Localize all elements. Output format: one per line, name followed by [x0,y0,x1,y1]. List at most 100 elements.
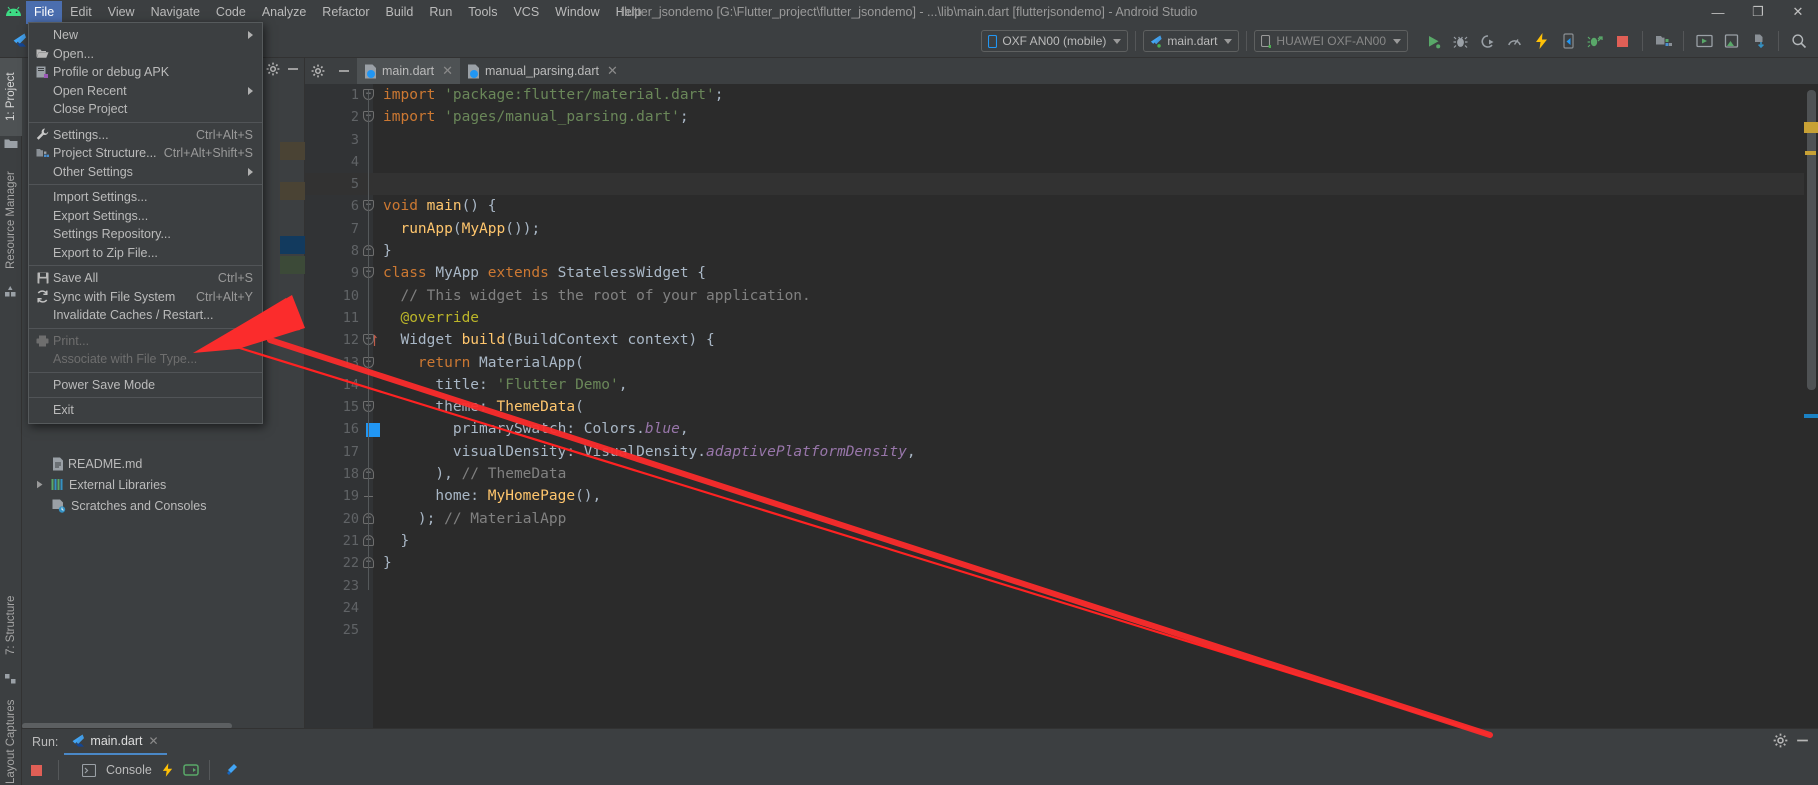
code-line[interactable]: 6−void main() { [305,195,1818,217]
menu-analyze[interactable]: Analyze [254,1,314,24]
file-menu-item-import-settings[interactable]: Import Settings... [29,188,262,207]
code-line[interactable]: 2−import 'pages/manual_parsing.dart'; [305,106,1818,128]
gear-icon[interactable] [266,62,280,76]
menu-tools[interactable]: Tools [460,1,505,24]
menu-build[interactable]: Build [378,1,422,24]
run-button[interactable] [1420,28,1446,54]
search-everywhere-button[interactable] [1786,28,1812,54]
code-line[interactable]: 8−} [305,240,1818,262]
hot-reload-icon[interactable] [162,763,173,777]
menu-run[interactable]: Run [421,1,460,24]
minimize-editor-icon[interactable] [337,64,351,78]
code-line[interactable]: 17 visualDensity: VisualDensity.adaptive… [305,441,1818,463]
console-tab-label[interactable]: Console [106,763,152,777]
editor-tab-main-dart[interactable]: main.dart ✕ [357,58,461,84]
menu-help[interactable]: Help [608,1,650,24]
target-device-selector[interactable]: HUAWEI OXF-AN00 [1254,30,1408,52]
code-line[interactable]: 20− ); // MaterialApp [305,508,1818,530]
maximize-button[interactable]: ❐ [1738,0,1778,24]
file-menu-item-exit[interactable]: Exit [29,401,262,420]
device-selector[interactable]: OXF AN00 (mobile) [981,30,1129,52]
file-menu-item-profile-or-debug-apk[interactable]: Profile or debug APK [29,63,262,82]
code-line[interactable]: 23 [305,575,1818,597]
code-line[interactable]: 19 home: MyHomePage(), [305,485,1818,507]
file-menu-item-export-to-zip-file[interactable]: Export to Zip File... [29,244,262,263]
code-line[interactable]: 11 @override [305,307,1818,329]
stop-process-icon[interactable] [30,764,48,777]
code-line[interactable]: 4 [305,151,1818,173]
file-menu-item-save-all[interactable]: Save All Ctrl+S [29,269,262,288]
file-menu-dropdown[interactable]: New Open... Profile or debug APK Open Recen… [28,22,263,424]
sdk-manager-button[interactable] [1691,28,1717,54]
hot-restart-icon[interactable] [183,763,199,777]
run-with-coverage-button[interactable] [1474,28,1500,54]
code-line[interactable]: 15− theme: ThemeData( [305,396,1818,418]
debug-button[interactable] [1447,28,1473,54]
profile-button[interactable] [1501,28,1527,54]
code-line[interactable]: 16 primarySwatch: Colors.blue, [305,418,1818,440]
file-menu-item-power-save-mode[interactable]: Power Save Mode [29,376,262,395]
code-line[interactable]: 18− ), // ThemeData [305,463,1818,485]
avd-manager-button[interactable] [1650,28,1676,54]
editor-scrollbar-track[interactable] [1804,84,1818,728]
sidebar-item-resource-manager[interactable]: Resource Manager [0,158,22,283]
code-line[interactable]: 7 runApp(MyApp()); [305,218,1818,240]
file-menu-item-settings-repository[interactable]: Settings Repository... [29,225,262,244]
stop-button[interactable] [1609,28,1635,54]
file-menu-item-other-settings[interactable]: Other Settings [29,163,262,182]
tree-expand-arrow-icon[interactable] [36,480,44,489]
menu-refactor[interactable]: Refactor [314,1,377,24]
code-line[interactable]: 10 // This widget is the root of your ap… [305,285,1818,307]
open-devtools-button[interactable] [1582,28,1608,54]
gear-icon[interactable] [1773,733,1788,748]
file-menu-item-settings[interactable]: Settings... Ctrl+Alt+S [29,126,262,145]
flutter-inspector-icon[interactable] [225,763,239,777]
code-line[interactable]: 9−class MyApp extends StatelessWidget { [305,262,1818,284]
file-menu-item-export-settings[interactable]: Export Settings... [29,207,262,226]
code-line[interactable]: 13− return MaterialApp( [305,352,1818,374]
menu-bar[interactable]: File Edit View Navigate Code Analyze Refactor B… [26,0,649,24]
code-line[interactable]: 22−} [305,552,1818,574]
tree-item-external-libraries[interactable]: External Libraries [22,474,305,495]
code-line[interactable]: 14 title: 'Flutter Demo', [305,374,1818,396]
menu-vcs[interactable]: VCS [505,1,547,24]
editor-scrollbar-thumb[interactable] [1807,90,1816,390]
file-menu-item-open-recent[interactable]: Open Recent [29,82,262,101]
console-view-icon[interactable] [82,763,96,777]
file-menu-item-new[interactable]: New [29,26,262,45]
layout-inspector-button[interactable] [1718,28,1744,54]
sync-gradle-button[interactable] [1745,28,1771,54]
code-line[interactable]: 25 [305,619,1818,641]
menu-edit[interactable]: Edit [62,1,100,24]
code-line[interactable]: 3 [305,129,1818,151]
code-line[interactable]: 5 [305,173,1818,196]
file-menu-item-open[interactable]: Open... [29,45,262,64]
sidebar-item-layout-captures[interactable]: Layout Captures [0,683,22,785]
minimize-panel-icon[interactable] [1795,733,1810,748]
code-line[interactable]: 12− Widget build(BuildContext context) { [305,329,1818,351]
sidebar-item-structure[interactable]: 7: Structure [0,578,22,672]
menu-view[interactable]: View [100,1,143,24]
editor-tab-manual-parsing-dart[interactable]: manual_parsing.dart ✕ [460,58,625,84]
gear-icon[interactable] [311,64,325,78]
run-configuration-selector[interactable]: main.dart [1143,30,1240,52]
code-line[interactable]: 24 [305,597,1818,619]
flutter-attach-button[interactable] [1555,28,1581,54]
file-menu-item-close-project[interactable]: Close Project [29,100,262,119]
menu-file[interactable]: File [26,0,63,24]
close-icon[interactable]: ✕ [442,63,453,79]
tree-item-scratches-and-consoles[interactable]: Scratches and Consoles [22,495,305,516]
file-menu-item-project-structure[interactable]: Project Structure... Ctrl+Alt+Shift+S [29,144,262,163]
project-tree[interactable]: README.md External Libraries Scratches and… [22,453,305,516]
code-line[interactable]: 1−import 'package:flutter/material.dart'… [305,84,1818,106]
menu-code[interactable]: Code [208,1,254,24]
file-menu-item-sync-with-file-system[interactable]: Sync with File System Ctrl+Alt+Y [29,288,262,307]
menu-window[interactable]: Window [547,1,607,24]
sidebar-item-project[interactable]: 1: Project [0,58,22,136]
close-icon[interactable]: ✕ [149,734,159,748]
file-menu-item-invalidate-caches-restart[interactable]: Invalidate Caches / Restart... [29,306,262,325]
hot-reload-button[interactable] [1528,28,1554,54]
close-icon[interactable]: ✕ [607,63,618,79]
close-button[interactable]: ✕ [1778,0,1818,24]
code-editor[interactable]: 1−import 'package:flutter/material.dart'… [305,84,1818,728]
